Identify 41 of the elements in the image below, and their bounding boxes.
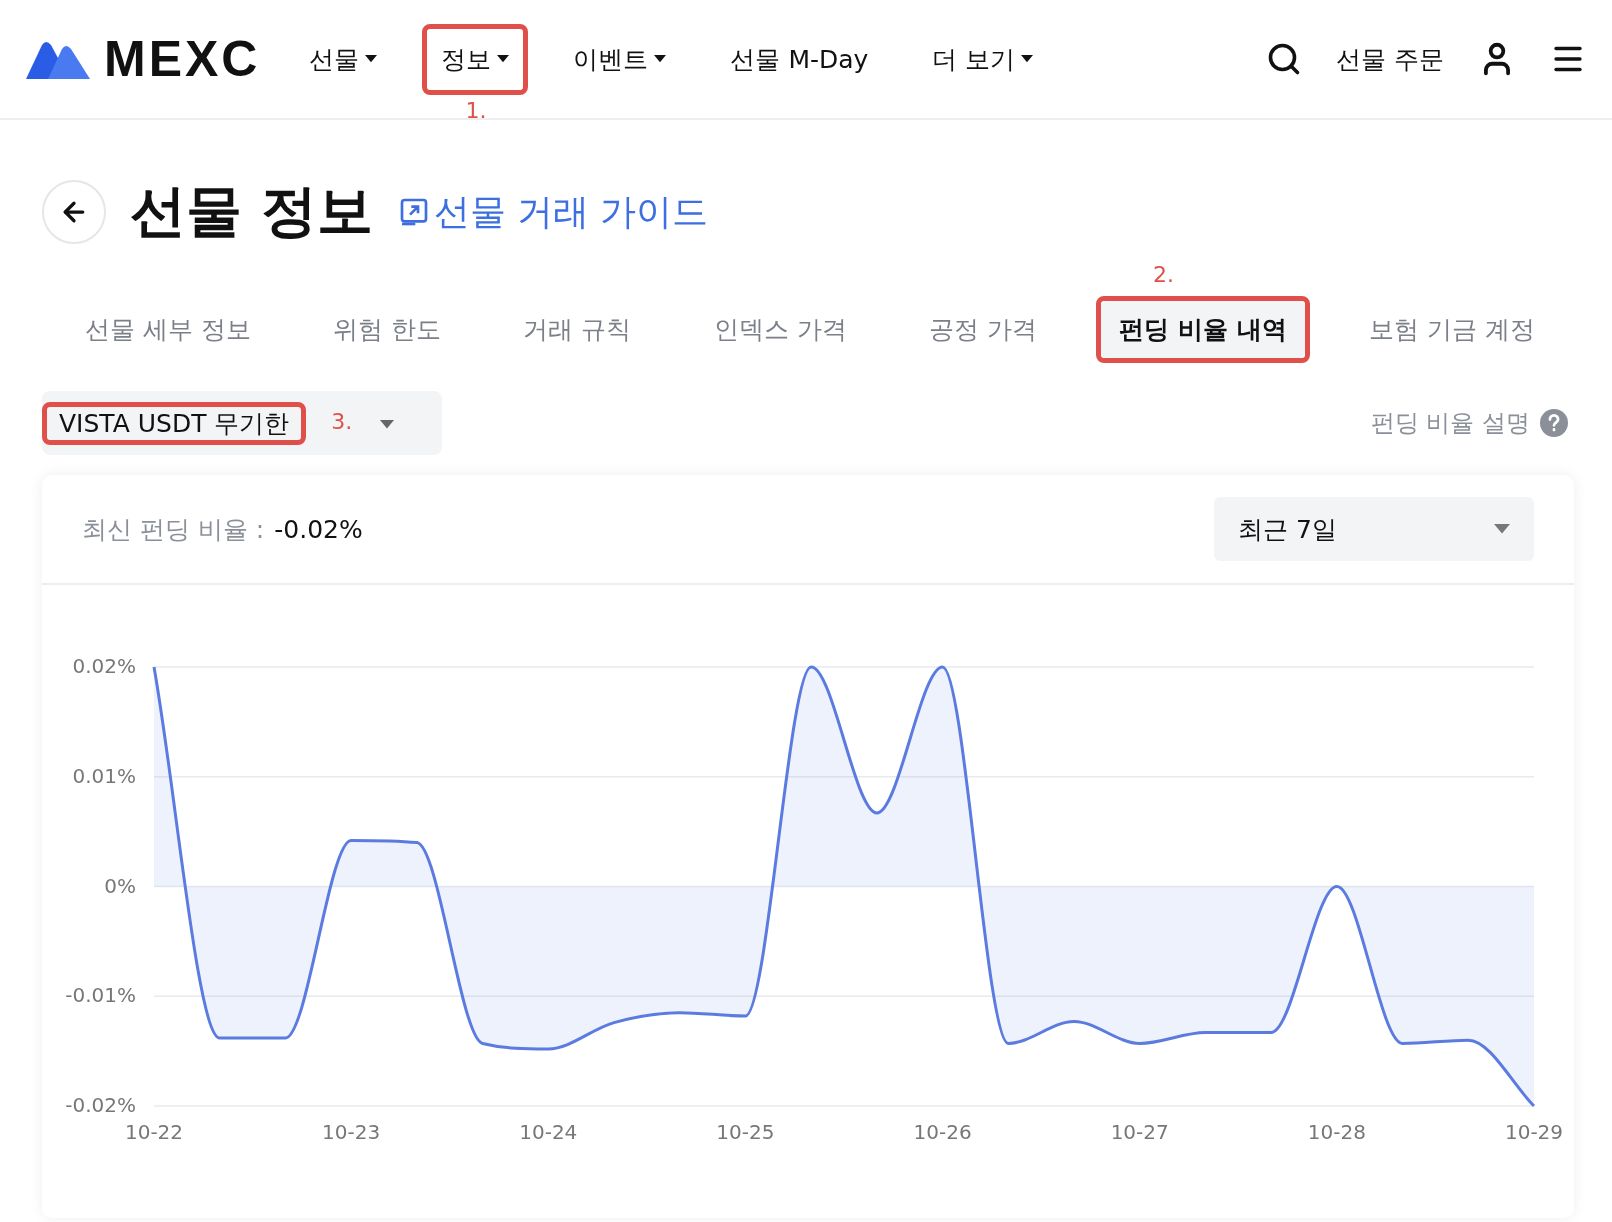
tab[interactable]: 펀딩 비율 내역 <box>1101 301 1305 358</box>
x-axis-label: 10-27 <box>1110 1120 1169 1144</box>
latest-rate-label: 최신 펀딩 비율 : <box>82 514 265 544</box>
x-axis-label: 10-25 <box>716 1120 775 1144</box>
logo-text: MEXC <box>104 30 261 88</box>
annotation-number: 2. <box>1153 262 1174 287</box>
contract-select[interactable]: VISTA USDT 무기한 3. <box>42 391 442 455</box>
period-select[interactable]: 최근 7일 <box>1214 497 1534 561</box>
y-axis-label: -0.02% <box>65 1093 136 1117</box>
order-link[interactable]: 선물 주문 <box>1336 42 1444 76</box>
tab[interactable]: 거래 규칙 <box>505 301 650 358</box>
x-axis-label: 10-22 <box>124 1120 184 1144</box>
tab[interactable]: 보험 기금 계정 <box>1351 301 1553 358</box>
annotation-number: 3. <box>331 408 353 434</box>
tab[interactable]: 선물 세부 정보 <box>67 301 269 358</box>
latest-rate-value: -0.02% <box>274 514 363 544</box>
nav-item[interactable]: 정보 <box>427 28 524 90</box>
x-axis-label: 10-26 <box>913 1120 972 1144</box>
x-axis-label: 10-29 <box>1504 1120 1564 1144</box>
annotation-number: 1. <box>465 97 487 123</box>
nav-item[interactable]: 선물 M-Day <box>716 28 883 90</box>
guide-link[interactable]: 선물 거래 가이드 <box>397 187 709 237</box>
y-axis-label: 0.02% <box>72 654 136 678</box>
tab[interactable]: 위험 한도 <box>315 301 460 358</box>
nav-item[interactable]: 선물 <box>295 28 392 90</box>
caret-icon <box>1494 524 1510 534</box>
tab[interactable]: 인덱스 가격 <box>695 301 865 358</box>
help-icon <box>1540 409 1568 437</box>
nav-item[interactable]: 이벤트 <box>559 28 681 90</box>
y-axis-label: 0.01% <box>72 763 136 788</box>
caret-icon <box>380 420 395 429</box>
x-axis-label: 10-23 <box>322 1120 381 1144</box>
tab[interactable]: 공정 가격 <box>911 301 1055 358</box>
y-axis-label: -0.01% <box>65 983 136 1008</box>
nav-item[interactable]: 더 보기 <box>918 28 1048 90</box>
x-axis-label: 10-28 <box>1307 1120 1366 1144</box>
x-axis-label: 10-24 <box>519 1120 578 1144</box>
contract-value: VISTA USDT 무기한 <box>58 407 291 440</box>
page-title: 선물 정보 <box>130 177 374 245</box>
logo-icon <box>26 39 90 79</box>
y-axis-label: 0% <box>104 873 136 898</box>
